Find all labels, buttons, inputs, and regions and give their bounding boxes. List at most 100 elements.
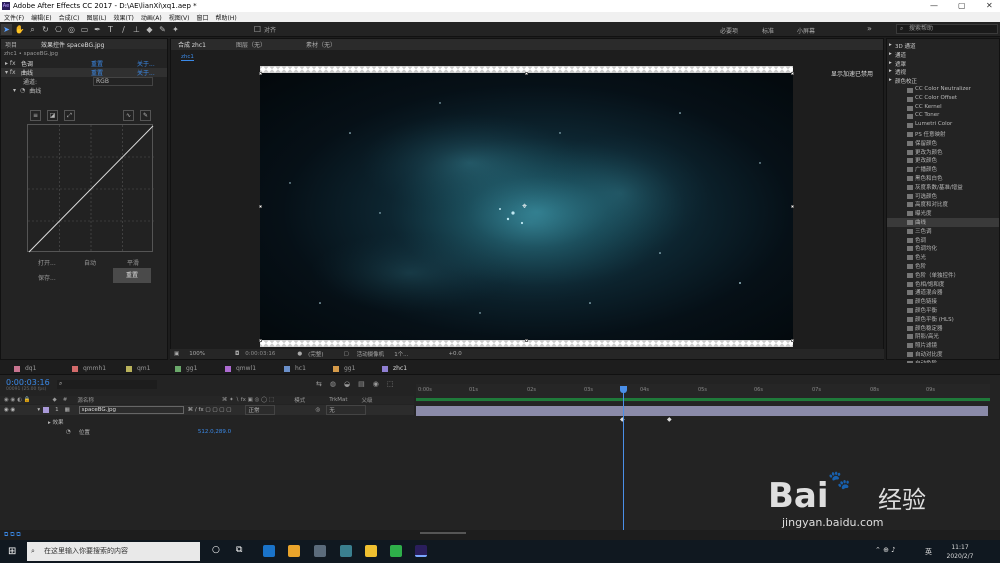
snap-checkbox-icon[interactable]: ☐ xyxy=(252,24,263,35)
bezier-tool-icon[interactable]: ∿ xyxy=(123,110,134,121)
frame-blend-icon[interactable]: ▤ xyxy=(358,380,365,388)
effect-item[interactable]: PS 任意映射 xyxy=(887,130,999,139)
anchor-point-icon[interactable]: ⌖ xyxy=(522,202,527,212)
effect-item[interactable]: Lumetri Color xyxy=(887,121,999,130)
reset-curve-icon[interactable]: ◪ xyxy=(47,110,58,121)
menu-effect[interactable]: 效果(T) xyxy=(114,13,134,22)
zoom-tool-icon[interactable]: ⌕ xyxy=(27,24,38,35)
close-icon[interactable]: ✕ xyxy=(986,1,993,10)
tab-comp[interactable]: gg1 xyxy=(333,365,355,372)
transform-handle[interactable] xyxy=(259,339,262,342)
effect-item[interactable]: 颜色链接 xyxy=(887,297,999,306)
auto-button[interactable]: 自动 xyxy=(84,258,96,267)
menu-window[interactable]: 窗口 xyxy=(196,13,208,22)
taskbar-search-input[interactable]: ⌕ 在这里输入你要搜索的内容 xyxy=(27,542,200,561)
edge-browser-icon[interactable] xyxy=(263,545,275,557)
tab-comp[interactable]: qmwl1 xyxy=(225,365,256,372)
effect-item[interactable]: 高度和对比度 xyxy=(887,200,999,209)
effect-item[interactable]: 曝光度 xyxy=(887,209,999,218)
channel-select[interactable]: RGB xyxy=(93,77,153,86)
tab-comp-active[interactable]: zhc1 xyxy=(382,365,407,372)
effect-item[interactable]: 广播颜色 xyxy=(887,165,999,174)
menu-layer[interactable]: 图层(L) xyxy=(87,13,107,22)
keyframe-icon[interactable]: ◆ xyxy=(667,416,672,423)
tab-effect-controls[interactable]: 效果控件 spaceBG.jpg xyxy=(41,40,104,49)
clone-stamp-icon[interactable]: ⊥ xyxy=(131,24,142,35)
pen-tool-icon[interactable]: ✒ xyxy=(92,24,103,35)
transform-handle[interactable] xyxy=(791,205,794,208)
effect-item[interactable]: CC Toner xyxy=(887,112,999,121)
workspace-small-screen[interactable]: 小屏幕 xyxy=(797,26,815,35)
photo-app-icon[interactable] xyxy=(288,545,300,557)
effect-item[interactable]: 色相/饱和度 xyxy=(887,280,999,289)
tab-comp[interactable]: qm1 xyxy=(126,365,150,372)
task-view-icon[interactable]: ⧉ xyxy=(236,545,242,555)
ime-indicator[interactable]: 英 xyxy=(925,547,932,557)
reset-curve-button[interactable]: 重置 xyxy=(113,268,151,283)
shape-tool-icon[interactable]: ▭ xyxy=(79,24,90,35)
tab-comp[interactable]: gg1 xyxy=(175,365,197,372)
zoom-select[interactable]: 100% xyxy=(189,351,205,357)
eraser-tool-icon[interactable]: ◆ xyxy=(144,24,155,35)
shy-icon[interactable]: ◒ xyxy=(344,380,350,388)
transform-handle[interactable] xyxy=(259,72,262,75)
category-perspective[interactable]: 透视 xyxy=(887,68,999,77)
transform-handle[interactable] xyxy=(791,72,794,75)
after-effects-taskbar-icon[interactable] xyxy=(415,545,427,557)
system-tray-icons[interactable]: ⌃ ⊕ ♪ xyxy=(875,546,896,554)
layer-duration-bar[interactable] xyxy=(416,406,988,416)
minimize-icon[interactable]: — xyxy=(930,1,938,10)
effect-item[interactable]: CC Color Neutralizer xyxy=(887,86,999,95)
pan-behind-tool-icon[interactable]: ◎ xyxy=(66,24,77,35)
stopwatch-icon[interactable]: ◔ xyxy=(66,429,71,435)
effect-item[interactable]: 自动对比度 xyxy=(887,350,999,359)
menu-help[interactable]: 帮助(H) xyxy=(216,13,237,22)
draft-3d-icon[interactable]: ◍ xyxy=(330,380,336,388)
menu-view[interactable]: 视图(V) xyxy=(169,13,190,22)
wechat-icon[interactable] xyxy=(390,545,402,557)
clock-date[interactable]: 2020/2/7 xyxy=(945,553,975,560)
blend-mode-select[interactable]: 正常 xyxy=(245,405,276,415)
browser-icon[interactable] xyxy=(340,545,352,557)
viewer-timecode[interactable]: 0:00:03:16 xyxy=(245,351,275,357)
brush-tool-icon[interactable]: ∕ xyxy=(118,24,129,35)
more-workspaces-icon[interactable]: » xyxy=(867,24,872,33)
puppet-pin-icon[interactable]: ✦ xyxy=(170,24,181,35)
help-search-input[interactable]: ⌕ 搜索帮助 xyxy=(896,24,998,34)
effects-group[interactable]: ▸ 效果 xyxy=(48,418,64,426)
effect-item[interactable]: 照片滤镜 xyxy=(887,341,999,350)
transform-handle[interactable] xyxy=(525,339,528,342)
effect-item[interactable]: 更改颜色 xyxy=(887,156,999,165)
clock-time[interactable]: 11:17 xyxy=(945,544,975,551)
parent-select[interactable]: 无 xyxy=(326,405,367,415)
graph-editor-icon[interactable]: ⬚ xyxy=(387,380,394,388)
transform-handle[interactable] xyxy=(259,205,262,208)
effect-item[interactable]: 三色调 xyxy=(887,227,999,236)
tab-comp[interactable]: hc1 xyxy=(284,365,306,372)
menu-file[interactable]: 文件(F) xyxy=(4,13,24,22)
effect-item[interactable]: 可选颜色 xyxy=(887,192,999,201)
tab-footage[interactable]: 素材（无） xyxy=(306,40,336,49)
effect-item[interactable]: 阴影/高光 xyxy=(887,332,999,341)
layer-row[interactable]: ◉ ◉ ▾ 1 ▦ spaceBG.jpg ⌘ ∕ fx ▢ ▢ ▢ ▢ 正常 … xyxy=(0,405,414,415)
position-value[interactable]: 512.0,289.0 xyxy=(198,429,231,435)
color-icon[interactable]: ● xyxy=(297,351,302,357)
fx-row-curves[interactable]: ▾ fx 曲线 重置 关于... xyxy=(1,68,167,77)
exposure-value[interactable]: +0.0 xyxy=(448,351,461,357)
effect-item[interactable]: 保留颜色 xyxy=(887,139,999,148)
roto-brush-icon[interactable]: ✎ xyxy=(157,24,168,35)
comp-mini-flow-icon[interactable]: ⇆ xyxy=(316,380,322,388)
effect-item[interactable]: 颜色稳定器 xyxy=(887,324,999,333)
camera-tool-icon[interactable]: ⎔ xyxy=(53,24,64,35)
workspace-standard[interactable]: 标准 xyxy=(762,26,774,35)
effect-item[interactable]: CC Kernel xyxy=(887,104,999,113)
pick-whip-icon[interactable]: ◎ xyxy=(315,407,320,413)
always-preview-icon[interactable]: ▣ xyxy=(174,351,179,357)
file-explorer-icon[interactable] xyxy=(365,545,377,557)
expand-curve-icon[interactable]: ⤢ xyxy=(64,110,75,121)
effect-item[interactable]: 灰度系数/基准/增益 xyxy=(887,183,999,192)
selection-tool-icon[interactable]: ➤ xyxy=(1,23,12,35)
fx-reset-link[interactable]: 重置 xyxy=(91,68,137,77)
tab-project[interactable]: 项目 xyxy=(5,40,17,49)
open-curve-button[interactable]: 打开... xyxy=(38,258,56,267)
